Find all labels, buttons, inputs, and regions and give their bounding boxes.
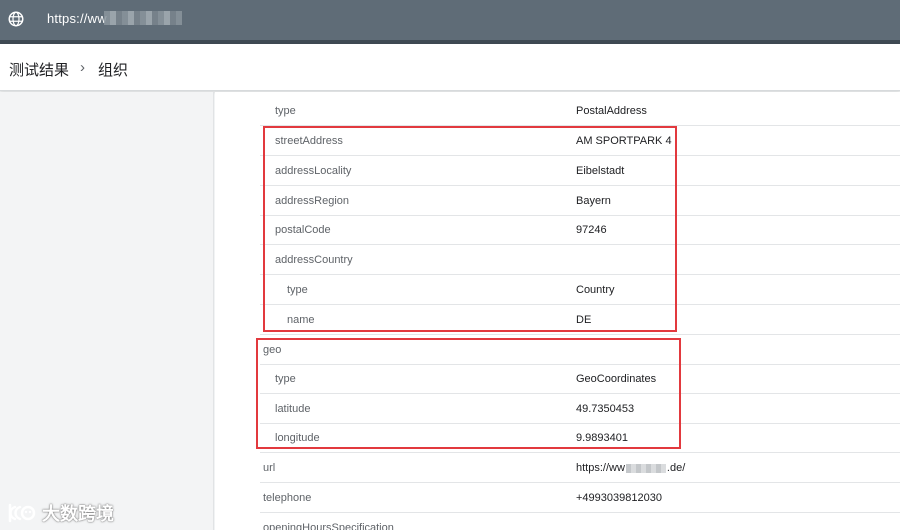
url-text[interactable]: https://ww bbox=[47, 11, 107, 26]
property-key: url bbox=[263, 462, 276, 474]
address-bar: https://ww bbox=[0, 0, 900, 44]
table-row: openingHoursSpecification bbox=[260, 513, 900, 530]
property-value: +4993039812030 bbox=[576, 492, 662, 504]
breadcrumb-current: 组织 bbox=[98, 62, 129, 79]
watermark-logo-icon bbox=[8, 503, 36, 523]
watermark: 大数跨境 bbox=[6, 500, 114, 526]
address-highlight-box bbox=[263, 126, 677, 332]
url-value-prefix: https://ww bbox=[576, 462, 625, 474]
globe-icon bbox=[8, 11, 24, 27]
property-key: openingHoursSpecification bbox=[263, 522, 394, 530]
property-key: type bbox=[275, 105, 296, 117]
url-value-redacted bbox=[625, 463, 666, 473]
url-redacted bbox=[104, 11, 182, 25]
watermark-text: 大数跨境 bbox=[42, 504, 114, 524]
property-value: https://ww .de/ bbox=[576, 462, 685, 474]
url-value-suffix: .de/ bbox=[666, 462, 686, 474]
geo-highlight-box bbox=[256, 338, 681, 449]
left-panel bbox=[0, 92, 214, 530]
table-row: url https://ww .de/ bbox=[260, 453, 900, 483]
table-row: telephone +4993039812030 bbox=[260, 483, 900, 513]
property-value: PostalAddress bbox=[576, 105, 647, 117]
table-row: type PostalAddress bbox=[260, 96, 900, 126]
breadcrumb-parent[interactable]: 测试结果 bbox=[9, 59, 69, 80]
chevron-right-icon: › bbox=[80, 59, 85, 76]
breadcrumb: 测试结果 › 组织 bbox=[0, 44, 900, 91]
property-key: telephone bbox=[263, 492, 312, 504]
